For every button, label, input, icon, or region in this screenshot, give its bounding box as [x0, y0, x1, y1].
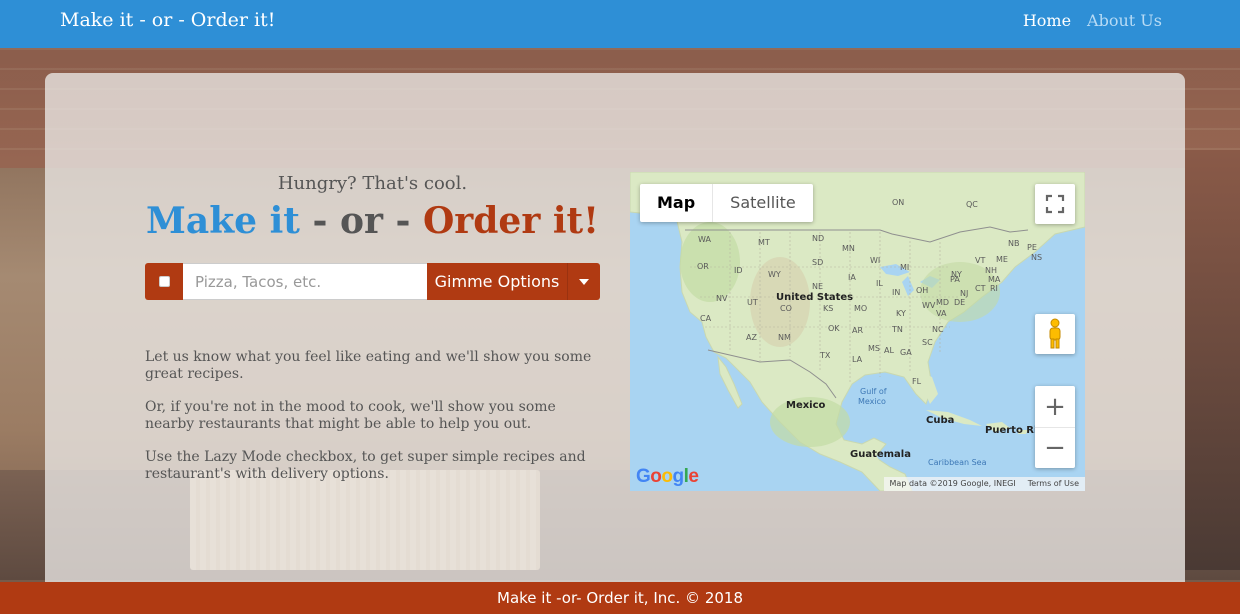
map-label: CT: [975, 284, 986, 293]
map-label-country: United States: [776, 292, 854, 303]
map-type-map[interactable]: Map: [640, 184, 712, 222]
map-label: MT: [758, 238, 770, 247]
search-bar: Gimme Options: [145, 263, 600, 300]
headline-separator: -: [382, 200, 423, 242]
map-label: PE: [1027, 243, 1037, 252]
map-label: TX: [820, 351, 831, 360]
map-label-country: Guatemala: [850, 449, 911, 460]
fullscreen-icon: [1045, 194, 1065, 214]
nav-link-about-us[interactable]: About Us: [1087, 11, 1162, 30]
description-paragraph: Let us know what you feel like eating an…: [145, 349, 592, 382]
nav-links: Home About Us: [1023, 11, 1162, 30]
headline-make-it: Make it: [146, 200, 300, 242]
map-label: CA: [700, 314, 712, 323]
map-label: DE: [954, 298, 966, 307]
map-label-sea: Mexico: [858, 397, 886, 406]
map-label-country: Cuba: [926, 415, 955, 426]
map-label: NJ: [960, 289, 969, 298]
search-input[interactable]: [183, 263, 427, 300]
zoom-out-button[interactable]: −: [1035, 427, 1075, 468]
map-label: TN: [892, 325, 903, 334]
map-label: ME: [996, 255, 1008, 264]
map-label: KS: [823, 304, 834, 313]
map-type-control: Map Satellite: [640, 184, 813, 222]
caret-down-icon: [579, 278, 589, 285]
map-label-sea: Caribbean Sea: [928, 458, 987, 467]
navbar-brand[interactable]: Make it - or - Order it!: [60, 9, 275, 31]
map-label-sea: Gulf of: [860, 387, 887, 396]
map-label: AZ: [746, 333, 757, 342]
map-label: ON: [892, 198, 905, 207]
map-label: MI: [900, 263, 910, 272]
map-label: MO: [854, 304, 868, 313]
map-label: MA: [988, 275, 1001, 284]
footer: Make it -or- Order it, Inc. © 2018: [0, 582, 1240, 614]
map-label: FL: [912, 377, 922, 386]
map-label: WY: [768, 270, 781, 279]
map-label: IA: [848, 273, 856, 282]
map-label: AR: [852, 326, 864, 335]
zoom-control: + −: [1035, 386, 1075, 468]
map-label: IL: [876, 279, 883, 288]
description-paragraph: Use the Lazy Mode checkbox, to get super…: [145, 449, 586, 482]
map-label: VT: [975, 256, 986, 265]
map-attribution: Map data ©2019 Google, INEGI Terms of Us…: [883, 477, 1085, 491]
street-view-pegman-button[interactable]: [1035, 314, 1075, 354]
map-label: MS: [868, 344, 880, 353]
map-label: ID: [734, 266, 743, 275]
map-label: LA: [852, 355, 863, 364]
map-label: OH: [916, 286, 929, 295]
map-label: SD: [812, 258, 824, 267]
map-label: CO: [780, 304, 792, 313]
google-logo[interactable]: Google: [636, 466, 699, 488]
map-label: NE: [812, 282, 824, 291]
tagline: Hungry? That's cool.: [277, 173, 468, 194]
map-label: NM: [778, 333, 791, 342]
lazy-mode-checkbox[interactable]: [158, 276, 170, 287]
map-label: WV: [922, 301, 936, 310]
options-dropdown-toggle[interactable]: [567, 263, 600, 300]
map-label: GA: [900, 348, 912, 357]
map-label: QC: [966, 200, 978, 209]
map-label-country: Mexico: [786, 400, 826, 411]
map-label: KY: [896, 309, 906, 318]
map-label: SC: [922, 338, 933, 347]
headline-order-it: Order it!: [422, 200, 599, 242]
map-label: NC: [932, 325, 944, 334]
map-label: MN: [842, 244, 855, 253]
map-label: VA: [936, 309, 947, 318]
map-label: MD: [936, 298, 950, 307]
map-label: UT: [747, 298, 758, 307]
map-label: OK: [828, 324, 840, 333]
map-label: IN: [892, 288, 901, 297]
pegman-icon: [1049, 318, 1061, 349]
map-label: NB: [1008, 239, 1020, 248]
terms-of-use-link[interactable]: Terms of Use: [1022, 477, 1085, 491]
headline-or: or: [339, 200, 383, 242]
page-title: Make it - or - Order it!: [145, 200, 600, 242]
zoom-in-button[interactable]: +: [1035, 386, 1075, 427]
map-label: NH: [985, 266, 997, 275]
map-label: RI: [990, 284, 998, 293]
map-label: AL: [884, 346, 894, 355]
map-label: OR: [697, 262, 709, 271]
headline-separator: -: [299, 200, 340, 242]
nav-link-home[interactable]: Home: [1023, 11, 1071, 30]
map-label: WI: [870, 256, 881, 265]
navbar: Make it - or - Order it! Home About Us: [0, 0, 1240, 48]
map-label: WA: [698, 235, 711, 244]
map-view[interactable]: ON QC NB PE NS ME WA MT ND MN WI MI OR I…: [630, 172, 1085, 491]
map-label: NS: [1031, 253, 1043, 262]
map-label: NV: [716, 294, 728, 303]
map-label: ND: [812, 234, 825, 243]
description-paragraph: Or, if you're not in the mood to cook, w…: [145, 399, 556, 432]
map-type-satellite[interactable]: Satellite: [712, 184, 813, 222]
lazy-mode-checkbox-wrapper[interactable]: [145, 263, 183, 300]
gimme-options-button[interactable]: Gimme Options: [427, 263, 567, 300]
map-label: NY: [951, 270, 962, 279]
fullscreen-button[interactable]: [1035, 184, 1075, 224]
map-data-attribution: Map data ©2019 Google, INEGI: [889, 479, 1016, 488]
background-shelf: [1185, 150, 1240, 570]
